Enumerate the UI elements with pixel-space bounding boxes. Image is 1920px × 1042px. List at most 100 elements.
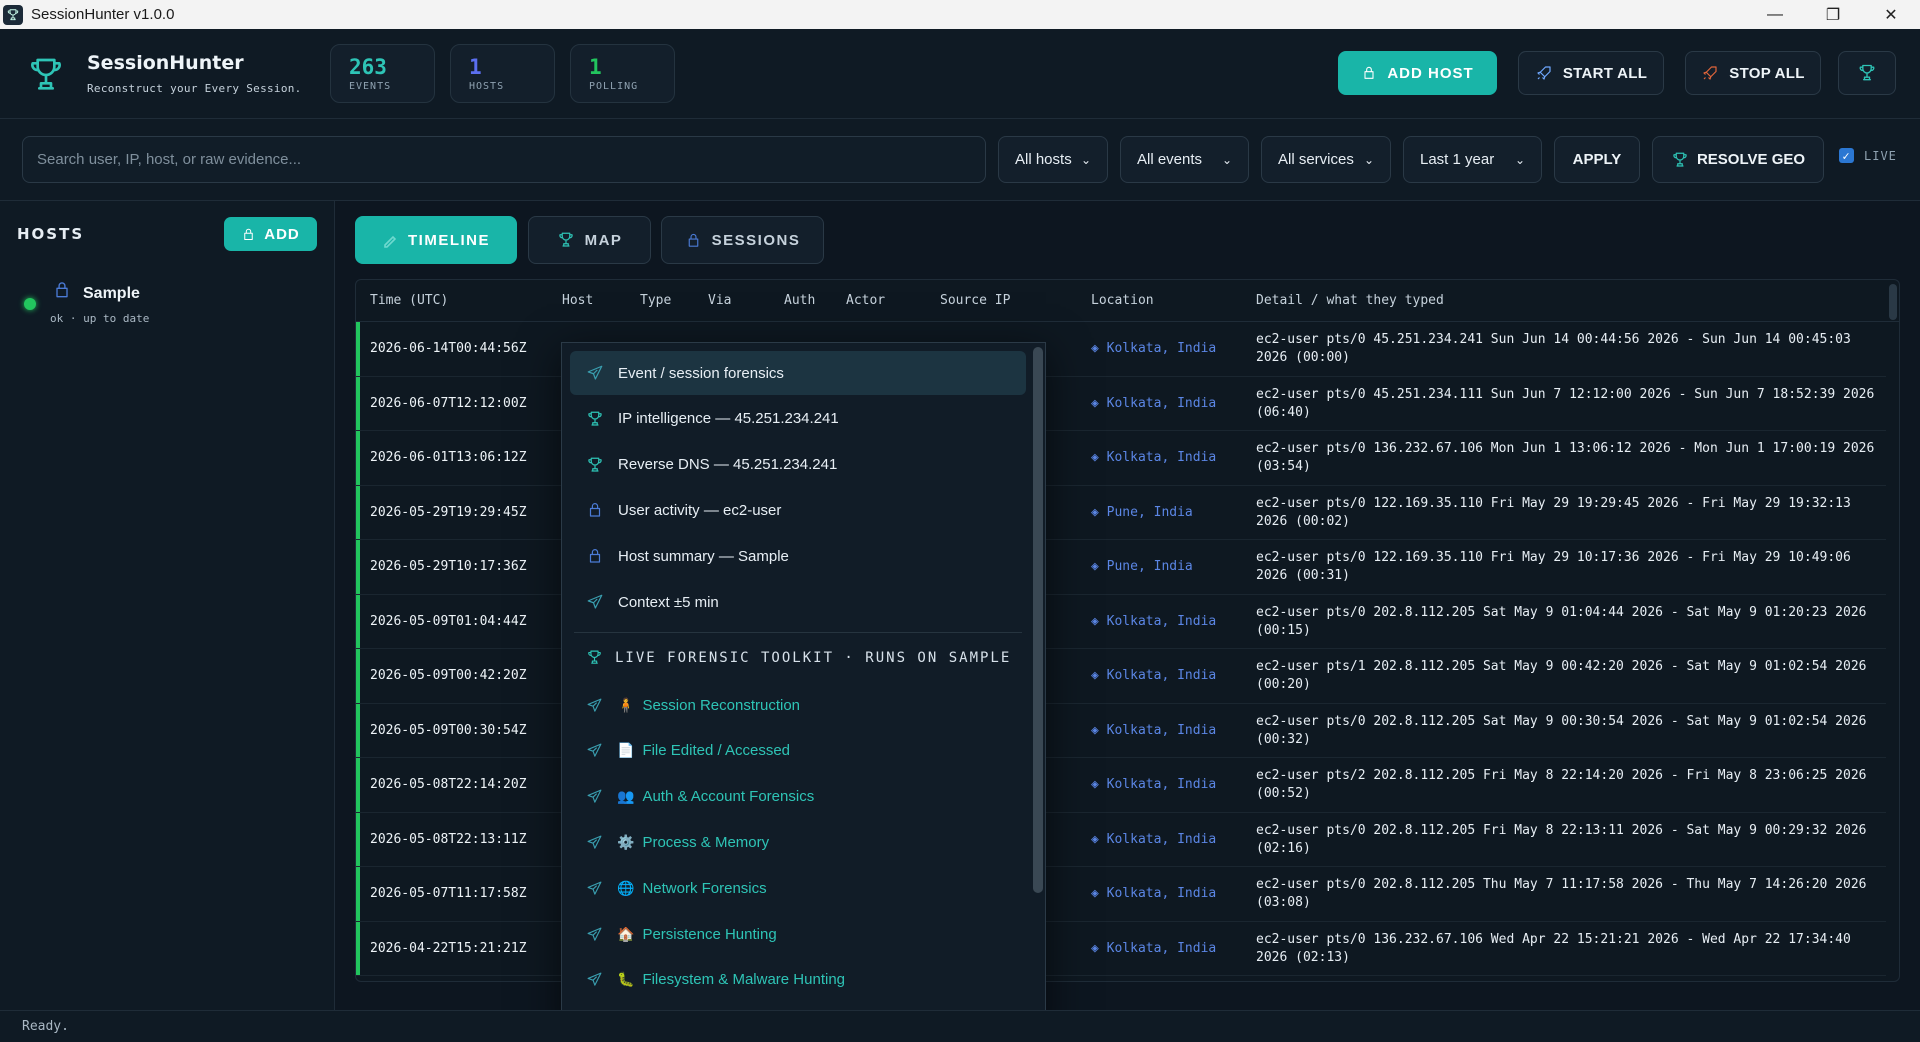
menu-item[interactable]: Context ±5 min: [570, 580, 1026, 624]
start-all-button[interactable]: START ALL: [1518, 51, 1664, 95]
row-time: 2026-05-07T11:17:58Z: [370, 886, 527, 901]
menu-scrollbar[interactable]: [1033, 347, 1043, 893]
search-input[interactable]: [22, 136, 986, 183]
location-pin-icon: ◈: [1091, 668, 1099, 683]
toolkit-item[interactable]: ⚙️ Process & Memory: [570, 820, 1026, 864]
stop-all-label: STOP ALL: [1729, 64, 1805, 82]
stat-hosts: 1 HOSTS: [450, 44, 555, 103]
toolkit-item-label: Filesystem & Malware Hunting: [642, 971, 846, 989]
rocket-icon: [1701, 64, 1719, 82]
context-menu: Event / session forensics IP intelligence…: [561, 342, 1046, 1042]
restore-button[interactable]: ❐: [1804, 0, 1862, 29]
toolkit-item-label: Auth & Account Forensics: [642, 788, 815, 806]
events-select[interactable]: All events ⌄: [1120, 136, 1249, 183]
toolkit-item[interactable]: 🐛 Filesystem & Malware Hunting: [570, 958, 1026, 1002]
live-toggle[interactable]: ✓ LIVE: [1839, 148, 1897, 163]
close-button[interactable]: ✕: [1862, 0, 1920, 29]
row-detail: ec2-user pts/1 202.8.112.205 Sat May 9 0…: [1256, 659, 1867, 692]
toolkit-item[interactable]: 🌐 Network Forensics: [570, 866, 1026, 910]
status-dot: [24, 298, 36, 310]
row-location: ◈ Pune, India: [1091, 559, 1193, 574]
row-status-bar: [356, 703, 360, 757]
tab-map-label: MAP: [584, 231, 623, 249]
live-label: LIVE: [1864, 148, 1897, 163]
menu-item[interactable]: User activity — ec2-user: [570, 488, 1026, 532]
menu-item[interactable]: Event / session forensics: [570, 351, 1026, 395]
col-host[interactable]: Host: [562, 293, 593, 308]
stop-all-button[interactable]: STOP ALL: [1685, 51, 1821, 95]
row-status-bar: [356, 322, 360, 376]
toolkit-item[interactable]: 🧍 Session Reconstruction: [570, 683, 1026, 727]
host-item-sample[interactable]: Sample ok · up to date: [22, 279, 312, 329]
row-detail: ec2-user pts/2 202.8.112.205 Fri May 8 2…: [1256, 768, 1867, 801]
row-time: 2026-05-09T00:30:54Z: [370, 722, 527, 738]
checkbox-checked-icon[interactable]: ✓: [1839, 148, 1854, 163]
menu-item[interactable]: Host summary — Sample: [570, 534, 1026, 578]
rocket-icon: [1535, 64, 1553, 82]
col-detail[interactable]: Detail / what they typed: [1256, 293, 1444, 308]
toolkit-item-label: File Edited / Accessed: [642, 742, 791, 760]
services-select[interactable]: All services ⌄: [1261, 136, 1391, 183]
location-pin-icon: ◈: [1091, 450, 1099, 465]
paper-plane-icon: [586, 834, 603, 851]
row-detail: ec2-user pts/0 136.232.67.106 Wed Apr 22…: [1256, 931, 1851, 965]
toolkit-item[interactable]: 👥 Auth & Account Forensics: [570, 775, 1026, 819]
col-time[interactable]: Time (UTC): [370, 293, 448, 308]
range-select[interactable]: Last 1 year ⌄: [1403, 136, 1542, 183]
tab-timeline[interactable]: TIMELINE: [355, 216, 517, 264]
lock-icon: [586, 547, 604, 565]
row-location-text: Kolkata, India: [1106, 395, 1217, 411]
col-source-ip[interactable]: Source IP: [940, 293, 1010, 308]
minimize-button[interactable]: —: [1746, 0, 1804, 29]
add-host-button[interactable]: ADD HOST: [1338, 51, 1497, 95]
location-pin-icon: ◈: [1091, 613, 1099, 629]
row-location: ◈ Kolkata, India: [1091, 614, 1216, 629]
add-button[interactable]: ADD: [224, 217, 317, 251]
tool-emoji-icon: 👥: [617, 788, 635, 805]
resolve-geo-button[interactable]: RESOLVE GEO: [1652, 136, 1824, 183]
menu-item[interactable]: Reverse DNS — 45.251.234.241: [570, 443, 1026, 487]
col-via[interactable]: Via: [708, 293, 731, 308]
row-status-bar: [356, 485, 360, 539]
row-location: ◈ Kolkata, India: [1091, 450, 1216, 465]
hosts-title: HOSTS: [17, 225, 85, 243]
row-location-text: Kolkata, India: [1106, 886, 1217, 901]
hosts-select[interactable]: All hosts ⌄: [998, 136, 1108, 183]
brand-subtitle: Reconstruct your Every Session.: [87, 82, 302, 95]
apply-button[interactable]: APPLY: [1554, 136, 1640, 183]
window-title: SessionHunter v1.0.0: [31, 6, 175, 23]
row-status-bar: [356, 649, 360, 703]
menu-item-label: Reverse DNS — 45.251.234.241: [618, 456, 838, 474]
row-location-text: Kolkata, India: [1106, 341, 1217, 356]
col-type[interactable]: Type: [640, 293, 671, 308]
row-status-bar: [356, 921, 360, 975]
trophy-button[interactable]: [1838, 51, 1896, 95]
col-location[interactable]: Location: [1091, 293, 1154, 308]
hosts-select-value: All hosts: [1015, 151, 1072, 168]
paper-plane-icon: [586, 880, 603, 897]
start-all-label: START ALL: [1562, 64, 1648, 82]
apply-label: APPLY: [1572, 151, 1622, 168]
row-location: ◈ Kolkata, India: [1091, 341, 1216, 356]
tool-emoji-icon: 🐛: [617, 971, 635, 988]
chevron-down-icon: ⌄: [1221, 152, 1232, 167]
toolkit-item-label: Process & Memory: [642, 833, 770, 851]
row-status-bar: [356, 431, 360, 485]
trophy-icon: [557, 231, 575, 249]
paper-plane-icon: [586, 971, 603, 988]
row-detail: ec2-user pts/0 45.251.234.241 Sun Jun 14…: [1256, 332, 1851, 365]
toolkit-item[interactable]: 📄 File Edited / Accessed: [570, 729, 1026, 773]
col-actor[interactable]: Actor: [846, 293, 885, 308]
row-location-text: Kolkata, India: [1106, 777, 1217, 792]
paper-plane-icon: [586, 926, 603, 943]
row-status-bar: [356, 812, 360, 866]
tab-map[interactable]: MAP: [528, 216, 651, 264]
row-detail: ec2-user pts/0 202.8.112.205 Thu May 7 1…: [1256, 877, 1867, 910]
toolkit-item[interactable]: 🏠 Persistence Hunting: [570, 912, 1026, 956]
location-pin-icon: ◈: [1091, 504, 1099, 520]
menu-item[interactable]: IP intelligence — 45.251.234.241: [570, 397, 1026, 441]
menu-item-label: User activity — ec2-user: [618, 501, 782, 519]
col-auth[interactable]: Auth: [784, 293, 815, 308]
table-scrollbar[interactable]: [1889, 284, 1897, 320]
tab-sessions[interactable]: SESSIONS: [661, 216, 824, 264]
